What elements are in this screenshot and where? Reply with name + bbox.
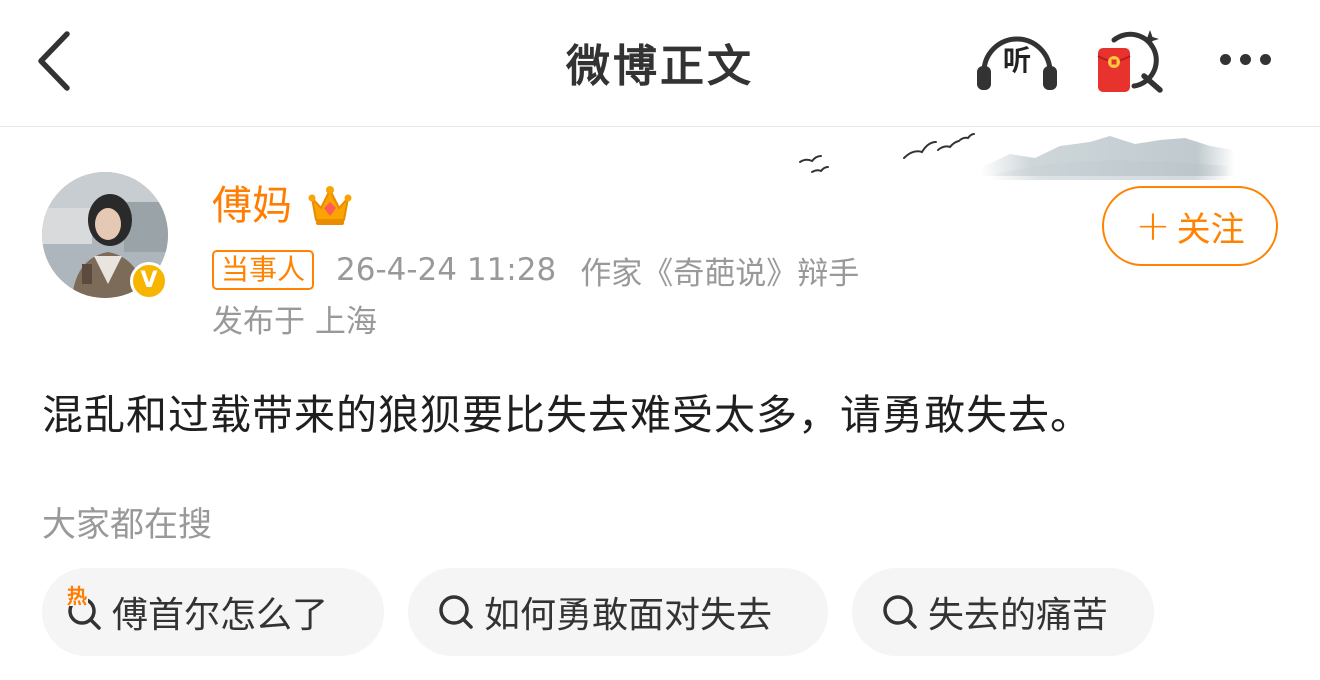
search-chip[interactable]: 如何勇敢面对失去 <box>408 568 828 656</box>
post-location: 发布于 上海 <box>212 304 377 340</box>
crown-icon <box>308 186 352 225</box>
hot-label: 热 <box>66 584 88 608</box>
ink-landscape-decoration <box>799 133 1235 180</box>
post-meta: 当事人 26-4-24 11:28 作家《奇葩说》辩手 <box>212 248 859 292</box>
plus-icon: + <box>1135 201 1171 250</box>
trending-search-title: 大家都在搜 <box>42 505 212 545</box>
search-chip-label: 傅首尔怎么了 <box>112 595 329 636</box>
hot-search-icon: 热 <box>64 586 104 632</box>
follow-label: 关注 <box>1176 209 1245 250</box>
search-chip-hot[interactable]: 热 傅首尔怎么了 <box>42 568 384 656</box>
role-tag: 当事人 <box>212 250 315 290</box>
listen-button[interactable]: 听 <box>974 28 1060 94</box>
author-description: 作家《奇葩说》辩手 <box>580 255 860 292</box>
follow-button[interactable]: + 关注 <box>1102 186 1278 266</box>
more-dot-icon <box>1219 53 1231 65</box>
post-time: 26-4-24 11:28 <box>336 252 557 288</box>
search-chip[interactable]: 失去的痛苦 <box>852 568 1154 656</box>
more-dot-icon <box>1259 53 1271 65</box>
red-envelope-search-button[interactable] <box>1094 26 1168 96</box>
search-chip-label: 如何勇敢面对失去 <box>484 595 773 636</box>
more-button[interactable] <box>1206 36 1284 82</box>
verified-badge-icon: V <box>130 262 168 300</box>
listen-label: 听 <box>1002 44 1031 77</box>
search-icon <box>880 592 920 632</box>
post-content: 混乱和过载带来的狼狈要比失去难受太多，请勇敢失去。 <box>42 391 1092 439</box>
search-chip-label: 失去的痛苦 <box>928 595 1109 636</box>
author-name[interactable]: 傅妈 <box>212 180 292 232</box>
search-icon <box>436 592 476 632</box>
red-envelope-search-icon <box>1097 30 1163 93</box>
more-dot-icon <box>1239 53 1251 65</box>
top-navigation-bar: 微博正文 听 <box>0 0 1320 127</box>
